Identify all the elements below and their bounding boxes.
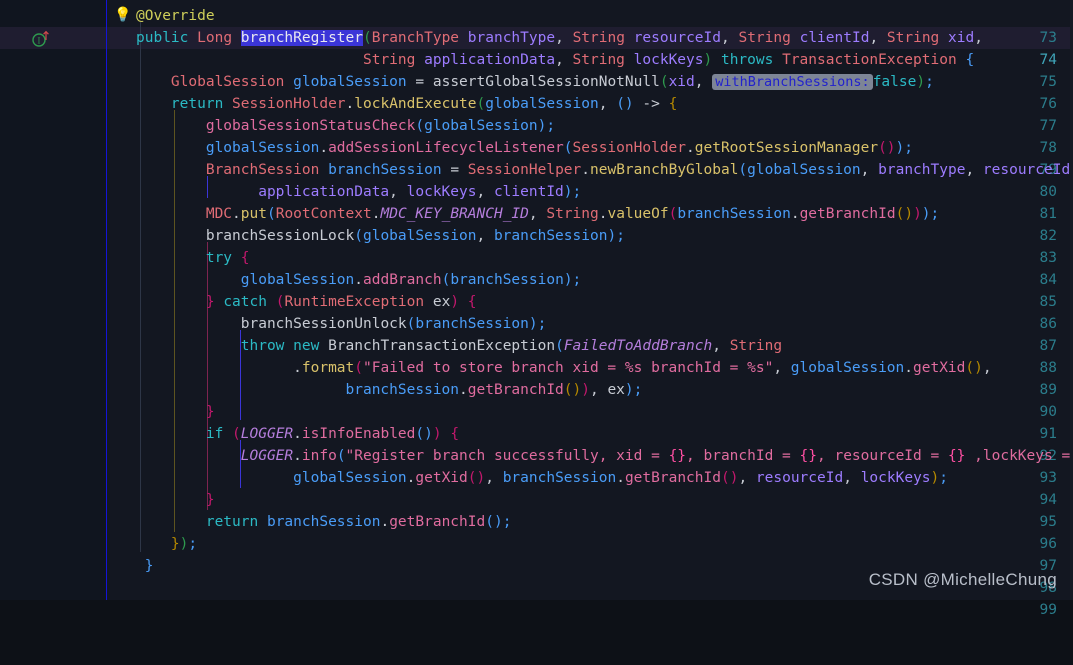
code-line[interactable]: 79 globalSession.addSessionLifecycleList… xyxy=(0,137,1073,178)
code-line[interactable]: 90 branchSession.getBranchId()), ex); xyxy=(0,379,1073,420)
code-line[interactable]: 96 return branchSession.getBranchId(); xyxy=(0,511,1073,552)
token-annotation: @Override xyxy=(136,8,215,24)
code-line[interactable]: 85 globalSession.addBranch(branchSession… xyxy=(0,269,1073,310)
code-line[interactable]: 83 branchSessionLock(globalSession, bran… xyxy=(0,225,1073,266)
csdn-watermark: CSDN @MichelleChung xyxy=(868,570,1057,589)
inlay-hint: withBranchSessions: xyxy=(712,74,873,90)
code-line[interactable]: 76 GlobalSession globalSession = assertG… xyxy=(0,71,1073,112)
code-line[interactable]: 81 applicationData, lockKeys, clientId); xyxy=(0,181,1073,222)
code-line[interactable]: 97 }); xyxy=(0,533,1073,574)
code-line[interactable]: 84 try { xyxy=(0,247,1073,288)
selected-token[interactable]: branchRegister xyxy=(240,30,363,46)
code-editor[interactable]: 💡 I 73 @Override 74 public Long branchRe… xyxy=(0,0,1073,618)
code-line[interactable]: 94 globalSession.getXid(), branchSession… xyxy=(0,467,1073,508)
code-line[interactable]: 73 @Override xyxy=(0,5,1073,46)
code-line[interactable]: 75 String applicationData, String lockKe… xyxy=(0,49,1073,90)
code-line[interactable]: 91 } xyxy=(0,401,1073,442)
code-line[interactable]: 95 } xyxy=(0,489,1073,530)
code-line[interactable]: 74 public Long branchRegister(BranchType… xyxy=(0,27,1073,68)
code-line[interactable]: 87 branchSessionUnlock(branchSession); xyxy=(0,313,1073,354)
code-line[interactable]: 93 LOGGER.info("Register branch successf… xyxy=(0,445,1073,486)
code-line[interactable]: 88 throw new BranchTransactionException(… xyxy=(0,335,1073,376)
code-line[interactable]: 77 return SessionHolder.lockAndExecute(g… xyxy=(0,93,1073,134)
code-line[interactable]: 86 } catch (RuntimeException ex) { xyxy=(0,291,1073,332)
code-line[interactable]: 82 MDC.put(RootContext.MDC_KEY_BRANCH_ID… xyxy=(0,203,1073,244)
code-line[interactable]: 89 .format("Failed to store branch xid =… xyxy=(0,357,1073,398)
code-line[interactable]: 80 BranchSession branchSession = Session… xyxy=(0,159,1073,200)
line-number: 99 xyxy=(1039,602,1057,618)
code-line[interactable]: 92 if (LOGGER.isInfoEnabled()) { xyxy=(0,423,1073,464)
code-line[interactable]: 78 globalSessionStatusCheck(globalSessio… xyxy=(0,115,1073,156)
